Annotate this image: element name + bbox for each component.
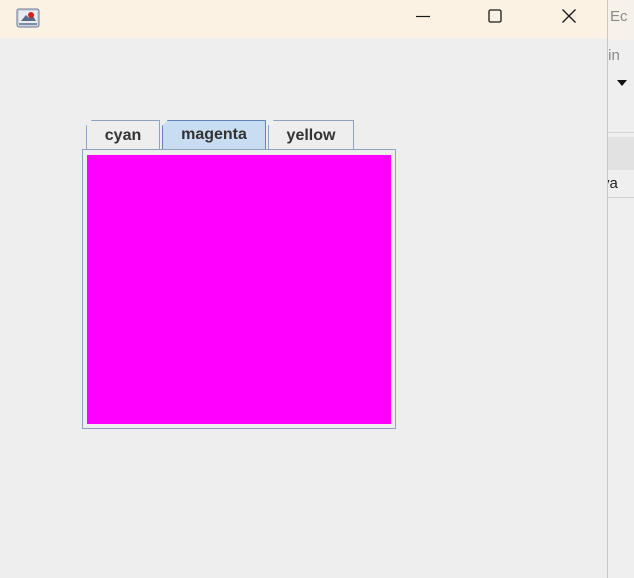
tab-magenta-label: magenta (181, 126, 247, 143)
minimize-icon (416, 15, 430, 18)
app-window: cyan magenta yellow (0, 0, 608, 578)
maximize-button[interactable] (472, 0, 518, 32)
java-app-icon (16, 8, 40, 28)
tabbed-pane: cyan magenta yellow (82, 118, 396, 430)
tab-magenta[interactable]: magenta (162, 120, 266, 150)
maximize-icon (488, 9, 502, 23)
tab-yellow[interactable]: yellow (268, 120, 354, 150)
background-text-top: Ec (610, 8, 628, 25)
tab-yellow-label: yellow (286, 126, 336, 144)
color-panel (87, 155, 391, 424)
tab-cyan-label: cyan (104, 126, 142, 144)
close-icon (562, 9, 576, 23)
close-button[interactable] (546, 0, 592, 32)
title-bar[interactable] (0, 0, 607, 38)
tab-content (82, 149, 396, 429)
minimize-button[interactable] (400, 0, 446, 32)
tab-cyan[interactable]: cyan (86, 120, 160, 150)
dropdown-arrow-icon (617, 80, 627, 86)
